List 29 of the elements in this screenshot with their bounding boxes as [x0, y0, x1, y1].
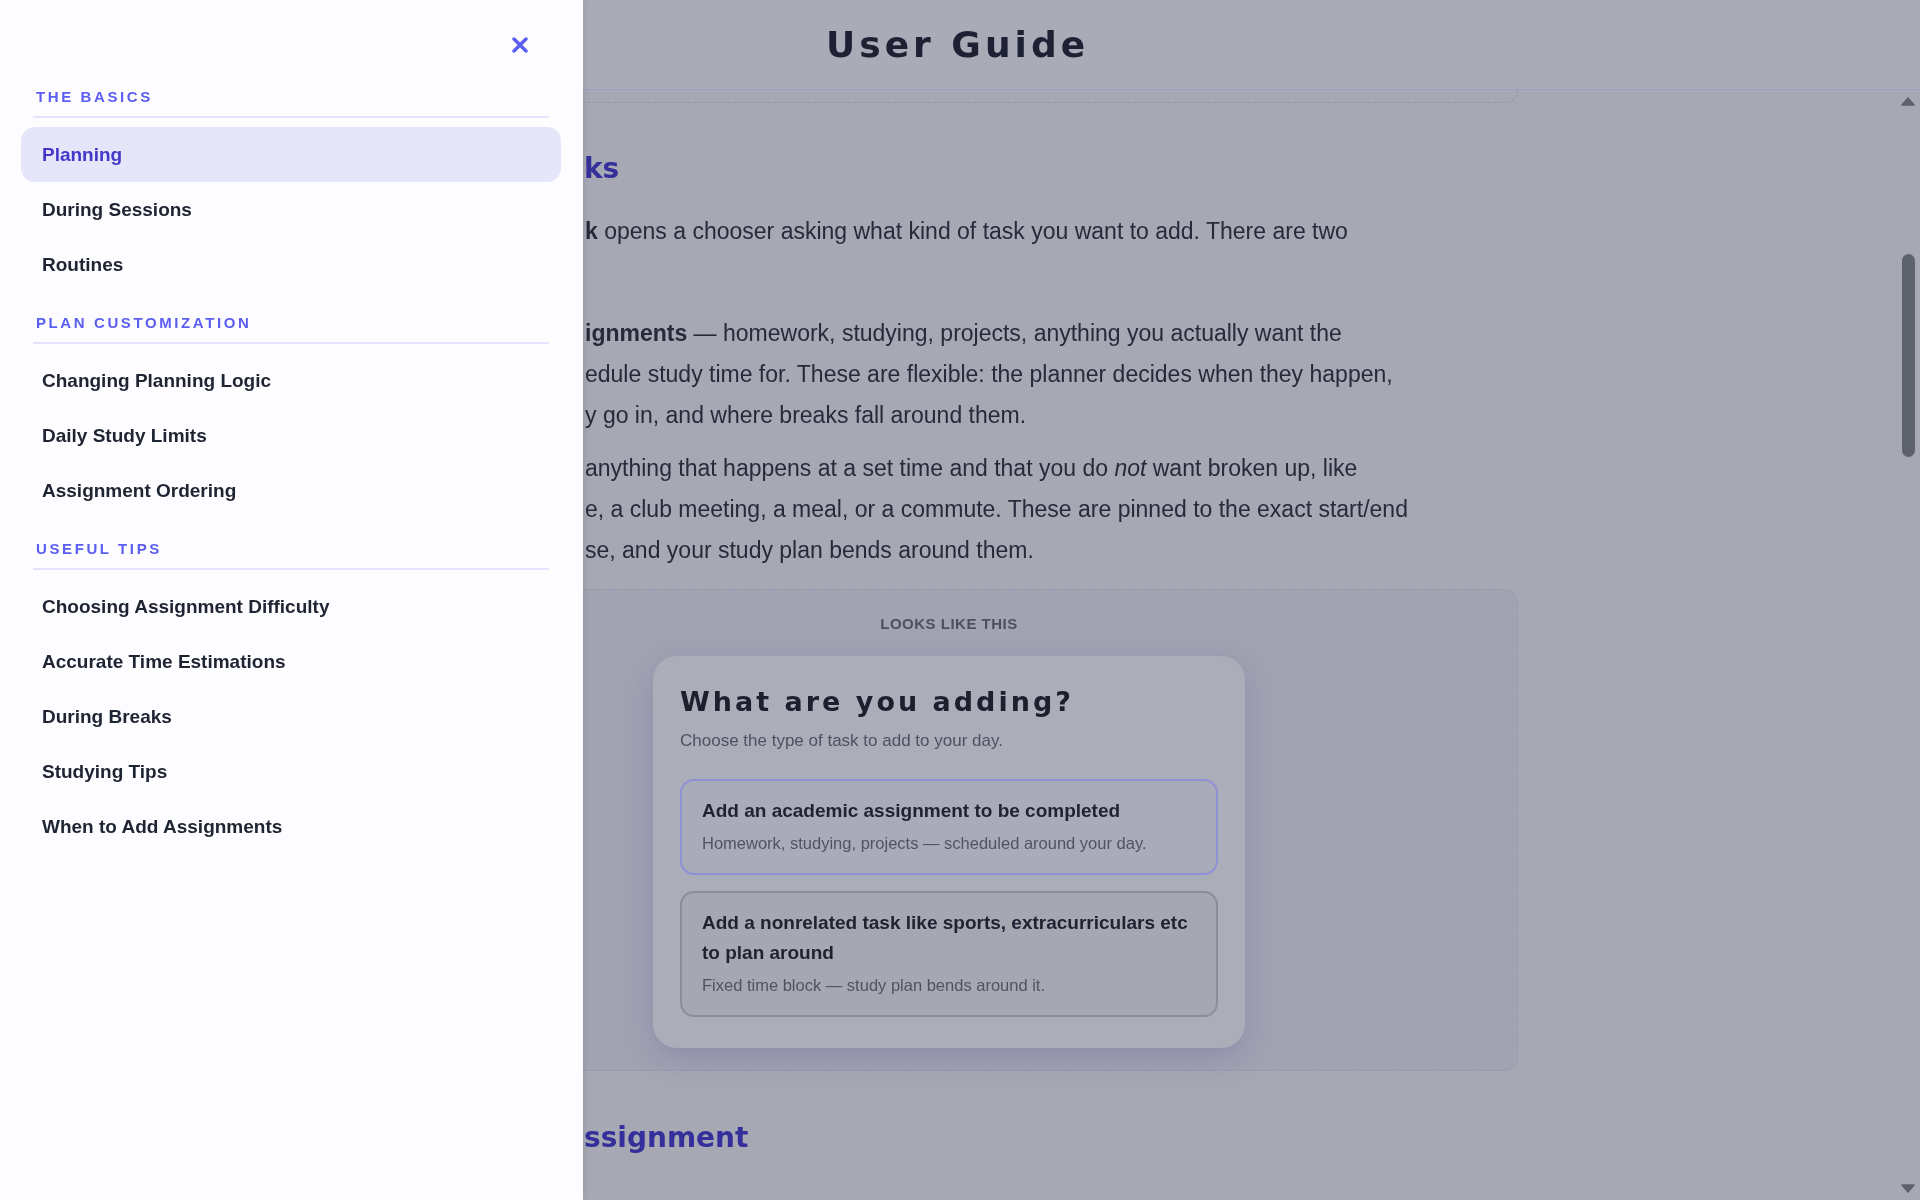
section-label: THE BASICS	[35, 87, 153, 107]
section-heading: ssignment	[583, 1120, 749, 1156]
option-card[interactable]: Add an academic assignment to be completed Homework, studying, projects — scheduled around your day.	[680, 779, 1218, 875]
scroll-down-icon[interactable]	[1901, 1184, 1915, 1193]
scroll-up-icon[interactable]	[1901, 97, 1915, 106]
example-label: LOOKS LIKE THIS	[880, 614, 1018, 634]
list-item-text: anything that happens at a set time and that you do not want broken up, like e, a club meeting, a meal, or a commute. These are pinned to the exact start/end se, and your study plan bends around them.	[584, 454, 1408, 565]
nav-item[interactable]: Daily Study Limits	[21, 408, 561, 463]
nav-item[interactable]: Accurate Time Estimations	[21, 634, 561, 689]
nav-item[interactable]: Routines	[21, 237, 561, 292]
section-label: USEFUL TIPS	[35, 539, 162, 559]
dialog-subtitle: Choose the type of task to add to your day.	[680, 730, 1003, 752]
nav-item[interactable]: When to Add Assignments	[21, 799, 561, 854]
nav-item[interactable]: Studying Tips	[21, 744, 561, 799]
nav-item[interactable]: Changing Planning Logic	[21, 353, 561, 408]
list-item-text: ignments — homework, studying, projects, anything you actually want the edule study time for. These are flexible: the planner decides when they happen, y go in, and where breaks fall around them.	[584, 319, 1394, 430]
dialog-title: What are you adding?	[680, 685, 1074, 719]
nav-item[interactable]: During Breaks	[21, 689, 561, 744]
page-title: User Guide	[826, 22, 1090, 67]
nav-item[interactable]: Assignment Ordering	[21, 463, 561, 518]
option-card[interactable]: Add a nonrelated task like sports, extracurriculars etc to plan around Fixed time block — study plan bends around it.	[680, 891, 1218, 1017]
section-heading: ks	[583, 151, 620, 187]
scrollbar-thumb[interactable]	[1901, 254, 1915, 457]
nav-item[interactable]: Planning	[21, 127, 561, 182]
nav-item[interactable]: Choosing Assignment Difficulty	[21, 579, 561, 634]
close-icon[interactable]	[512, 37, 528, 53]
nav-item[interactable]: During Sessions	[21, 182, 561, 237]
paragraph-text: k opens a chooser asking what kind of task you want to add. There are two	[584, 217, 1348, 246]
section-label: PLAN CUSTOMIZATION	[35, 313, 252, 333]
